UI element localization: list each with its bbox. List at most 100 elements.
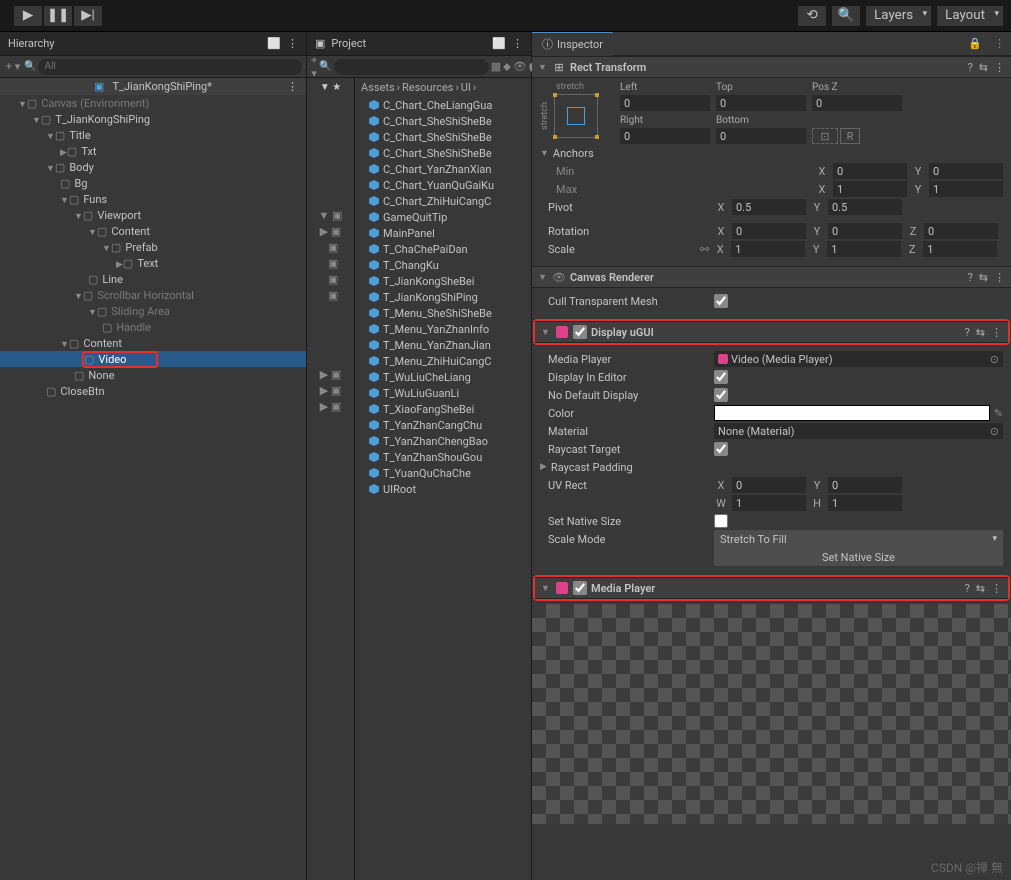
canvas-renderer-header[interactable]: ▼ 👁 Canvas Renderer ?⇆⋮: [532, 266, 1011, 288]
hierarchy-item[interactable]: ▼▢Content: [0, 335, 306, 351]
asset-item[interactable]: T_YanZhanCangChu: [355, 417, 531, 433]
raycast-target-checkbox[interactable]: [714, 442, 728, 456]
top-input[interactable]: [716, 95, 806, 111]
anchor-min-y[interactable]: [929, 163, 1003, 179]
scl-x[interactable]: [731, 241, 805, 257]
menu-icon[interactable]: ⋮: [994, 271, 1005, 284]
foldout-icon[interactable]: ▶: [540, 462, 547, 472]
asset-item[interactable]: C_Chart_SheShiSheBe: [355, 129, 531, 145]
uv-w[interactable]: [732, 495, 806, 511]
breadcrumb-item[interactable]: UI: [461, 81, 471, 94]
media-player-field[interactable]: Video (Media Player)⊙: [714, 351, 1003, 367]
media-player-header[interactable]: ▼ Media Player ?⇆⋮: [535, 577, 1008, 599]
hierarchy-item[interactable]: ▼▢Content: [0, 223, 306, 239]
breadcrumb-item[interactable]: Assets: [361, 81, 395, 94]
hierarchy-item[interactable]: ▼▢T_JianKongShiPing: [0, 111, 306, 127]
hierarchy-item[interactable]: ▼▢Title: [0, 127, 306, 143]
folder-icon[interactable]: ▶ ▣: [320, 384, 342, 397]
scene-menu-icon[interactable]: ⋮: [287, 80, 298, 93]
menu-icon[interactable]: ⋮: [991, 582, 1002, 595]
folder-icon[interactable]: ▣: [323, 257, 339, 270]
create-dropdown[interactable]: + ▾: [4, 59, 22, 75]
panel-menu-icon[interactable]: ⋮: [512, 37, 523, 50]
asset-item[interactable]: T_Menu_YanZhanInfo: [355, 321, 531, 337]
no-default-display-checkbox[interactable]: [714, 388, 728, 402]
project-search-input[interactable]: [334, 59, 489, 75]
foldout-icon[interactable]: ▼: [540, 148, 549, 159]
hierarchy-item[interactable]: ▢CloseBtn: [0, 383, 306, 399]
folder-icon[interactable]: ▼ ▣: [318, 209, 342, 222]
asset-item[interactable]: C_Chart_SheShiSheBe: [355, 113, 531, 129]
uv-y[interactable]: [828, 477, 902, 493]
preset-icon[interactable]: ⇆: [979, 271, 988, 284]
asset-item[interactable]: T_JianKongSheBei: [355, 273, 531, 289]
hierarchy-item[interactable]: ▢Bg: [0, 175, 306, 191]
bottom-input[interactable]: [716, 128, 806, 144]
hierarchy-item[interactable]: ▼▢Viewport: [0, 207, 306, 223]
visibility-icon[interactable]: 👁: [552, 271, 566, 284]
help-icon[interactable]: ?: [968, 271, 973, 284]
folder-icon[interactable]: ▣: [323, 289, 339, 302]
hierarchy-item[interactable]: ▢None: [0, 367, 306, 383]
material-field[interactable]: None (Material)⊙: [714, 423, 1003, 439]
eyedropper-icon[interactable]: ✎: [994, 407, 1003, 420]
hierarchy-item[interactable]: ▢Handle: [0, 319, 306, 335]
asset-item[interactable]: C_Chart_YuanQuGaiKu: [355, 177, 531, 193]
breadcrumb-item[interactable]: Resources: [402, 81, 454, 94]
hierarchy-item[interactable]: ▢Line: [0, 271, 306, 287]
rot-z[interactable]: [924, 223, 998, 239]
set-native-size-button[interactable]: Set Native Size: [714, 548, 1003, 566]
asset-item[interactable]: T_Menu_YanZhanJian: [355, 337, 531, 353]
uv-h[interactable]: [828, 495, 902, 511]
hierarchy-item[interactable]: ▶▢Text: [0, 255, 306, 271]
component-enabled-checkbox[interactable]: [573, 581, 587, 595]
asset-item[interactable]: T_YuanQuChaChe: [355, 465, 531, 481]
posz-input[interactable]: [812, 95, 902, 111]
right-input[interactable]: [620, 128, 710, 144]
rect-transform-header[interactable]: ▼ ⊞ Rect Transform ?⇆⋮: [532, 56, 1011, 78]
lock-icon[interactable]: 🔒: [962, 37, 988, 50]
favorites-star-icon[interactable]: ▼ ★: [320, 82, 341, 93]
panel-menu-icon[interactable]: ⋮: [988, 37, 1011, 50]
rot-y[interactable]: [828, 223, 902, 239]
asset-item[interactable]: T_XiaoFangSheBei: [355, 401, 531, 417]
object-picker-icon[interactable]: ⊙: [990, 425, 999, 438]
anchor-preset[interactable]: [554, 94, 598, 138]
asset-item[interactable]: T_YanZhanChengBao: [355, 433, 531, 449]
anchor-min-x[interactable]: [833, 163, 907, 179]
pivot-x[interactable]: [732, 199, 806, 215]
preset-icon[interactable]: ⇆: [976, 582, 985, 595]
anchor-max-y[interactable]: [929, 181, 1003, 197]
scl-y[interactable]: [827, 241, 901, 257]
scale-mode-dropdown[interactable]: Stretch To Fill: [714, 530, 1003, 548]
color-field[interactable]: [714, 405, 990, 421]
filter-icon[interactable]: ▦: [491, 59, 501, 75]
foldout-icon[interactable]: ▼: [541, 327, 551, 338]
asset-item[interactable]: C_Chart_ZhiHuiCangC: [355, 193, 531, 209]
help-icon[interactable]: ?: [965, 326, 970, 339]
hierarchy-item[interactable]: ▼▢Body: [0, 159, 306, 175]
asset-item[interactable]: UIRoot: [355, 481, 531, 497]
menu-icon[interactable]: ⋮: [991, 326, 1002, 339]
object-picker-icon[interactable]: ⊙: [990, 353, 999, 366]
preset-icon[interactable]: ⇆: [979, 61, 988, 74]
uv-x[interactable]: [732, 477, 806, 493]
foldout-icon[interactable]: ▼: [541, 583, 551, 594]
asset-item[interactable]: T_ChangKu: [355, 257, 531, 273]
asset-item[interactable]: MainPanel: [355, 225, 531, 241]
pivot-y[interactable]: [828, 199, 902, 215]
maximize-icon[interactable]: ⬜: [492, 37, 506, 50]
cull-transparent-checkbox[interactable]: [714, 294, 728, 308]
asset-item[interactable]: C_Chart_CheLiangGua: [355, 97, 531, 113]
folder-icon[interactable]: ▣: [323, 273, 339, 286]
play-button[interactable]: ▶: [14, 6, 42, 26]
left-input[interactable]: [620, 95, 710, 111]
hierarchy-item[interactable]: ▼▢Sliding Area: [0, 303, 306, 319]
raw-edit-icon[interactable]: R: [840, 128, 860, 144]
blueprint-mode-icon[interactable]: ⊡: [812, 128, 838, 144]
asset-item[interactable]: T_WuLiuCheLiang: [355, 369, 531, 385]
layout-dropdown[interactable]: Layout: [937, 6, 1003, 26]
folder-icon[interactable]: ▶ ▣: [320, 368, 342, 381]
scl-z[interactable]: [923, 241, 997, 257]
scene-row[interactable]: ▣ T_JianKongShiPing* ⋮: [0, 78, 306, 95]
